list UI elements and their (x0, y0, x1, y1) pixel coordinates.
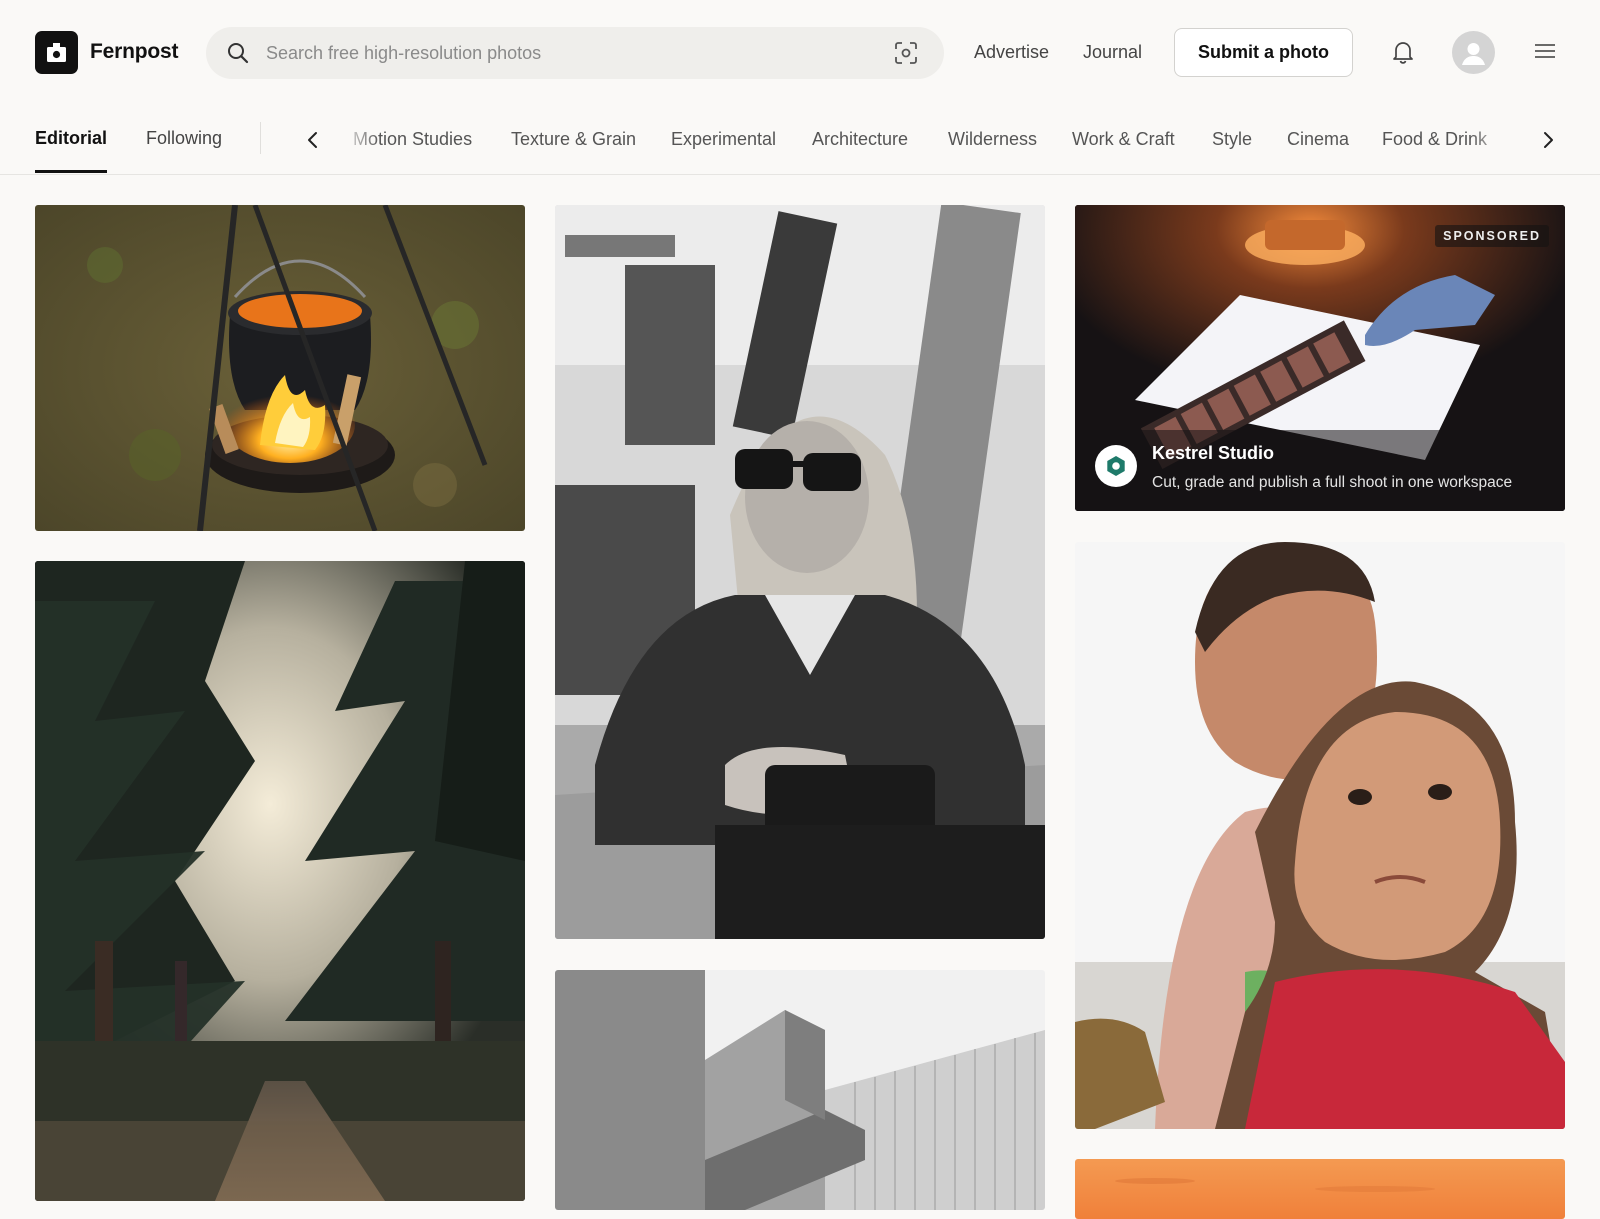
logo-camera-icon[interactable] (35, 31, 78, 74)
search-bar[interactable] (206, 27, 944, 79)
category-scroller: Motion Studies Texture & Grain Experimen… (340, 106, 1500, 174)
photo-woman-sunglasses-bw[interactable] (555, 205, 1045, 939)
photo-concrete-architecture-bw[interactable] (555, 970, 1045, 1210)
tab-editorial[interactable]: Editorial (35, 128, 107, 149)
chevron-right-icon[interactable] (1538, 129, 1558, 156)
top-header: Fernpost Advertise Journal Submit a phot… (0, 0, 1600, 106)
sponsor-tagline: Cut, grade and publish a full shoot in o… (1152, 474, 1513, 491)
scroll-fade-left (340, 106, 380, 174)
photo-orange-sunset[interactable] (1075, 1159, 1565, 1219)
sponsor-logo-icon (1095, 445, 1137, 487)
nav-advertise-link[interactable]: Advertise (974, 42, 1049, 63)
avatar-icon[interactable] (1452, 31, 1495, 74)
photo-campfire-cauldron[interactable] (35, 205, 525, 531)
sponsor-name[interactable]: Kestrel Studio (1152, 443, 1274, 464)
search-icon[interactable] (226, 41, 250, 70)
category-texture-grain[interactable]: Texture & Grain (511, 129, 636, 150)
photo-misty-forest[interactable] (35, 561, 525, 1201)
category-architecture[interactable]: Architecture (812, 129, 908, 150)
active-tab-indicator (35, 170, 107, 173)
category-cinema[interactable]: Cinema (1287, 129, 1349, 150)
tab-divider (260, 122, 261, 154)
category-style[interactable]: Style (1212, 129, 1252, 150)
bell-icon[interactable] (1392, 40, 1414, 69)
hamburger-menu-icon[interactable] (1534, 42, 1556, 65)
submit-photo-button[interactable]: Submit a photo (1174, 28, 1353, 77)
visual-search-scan-icon[interactable] (894, 41, 918, 70)
category-work-craft[interactable]: Work & Craft (1072, 129, 1175, 150)
search-input[interactable] (266, 27, 866, 79)
brand-name[interactable]: Fernpost (90, 40, 178, 64)
scroll-fade-right (1470, 106, 1530, 174)
nav-journal-link[interactable]: Journal (1083, 42, 1142, 63)
photo-two-children[interactable] (1075, 542, 1565, 1129)
category-tabs: Editorial Following Motion Studies Textu… (0, 106, 1600, 175)
tab-following[interactable]: Following (146, 128, 222, 149)
chevron-left-icon[interactable] (303, 129, 323, 156)
category-wilderness[interactable]: Wilderness (948, 129, 1037, 150)
sponsored-badge: SPONSORED (1435, 225, 1549, 247)
category-experimental[interactable]: Experimental (671, 129, 776, 150)
sponsored-card[interactable]: SPONSORED Kestrel Studio Cut, grade and … (1075, 205, 1565, 511)
